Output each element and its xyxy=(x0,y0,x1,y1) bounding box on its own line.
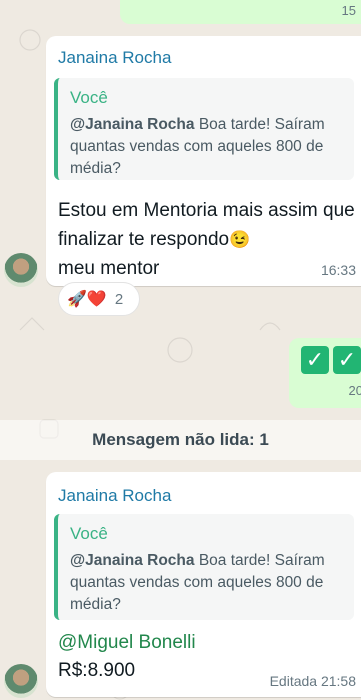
avatar[interactable] xyxy=(4,664,38,698)
incoming-message[interactable]: Janaina Rocha Você @Janaina Rocha Boa ta… xyxy=(46,36,361,286)
quote-mention: @Janaina Rocha xyxy=(70,552,195,569)
check-mark-icon: ✓ xyxy=(301,346,329,374)
message-time: 15 xyxy=(341,3,356,18)
avatar[interactable] xyxy=(4,253,38,287)
reaction-emojis-icon: 🚀❤️ xyxy=(67,291,107,308)
quote-text: @Janaina Rocha Boa tarde! Saíram quantas… xyxy=(70,550,348,616)
edited-time: Editada 21:58 xyxy=(269,673,356,689)
outgoing-bubble-partial[interactable]: 15 xyxy=(120,0,361,24)
quote-author: Você xyxy=(70,88,108,107)
sender-name[interactable]: Janaina Rocha xyxy=(58,486,171,506)
user-mention[interactable]: @Miguel Bonelli xyxy=(58,632,196,654)
check-mark-icon: ✓ xyxy=(333,346,361,374)
reactions-pill[interactable]: 🚀❤️ 2 xyxy=(58,282,140,316)
message-body: Estou em Mentoria mais assim que finaliz… xyxy=(58,200,355,250)
quote-author: Você xyxy=(70,524,108,543)
message-body-tail: meu mentor xyxy=(58,258,160,279)
message-text: Estou em Mentoria mais assim que finaliz… xyxy=(58,196,358,283)
reaction-count: 2 xyxy=(114,290,124,308)
unread-divider: Mensagem não lida: 1 xyxy=(0,420,361,460)
quote-mention: @Janaina Rocha xyxy=(70,116,195,133)
quoted-message[interactable]: Você @Janaina Rocha Boa tarde! Saíram qu… xyxy=(54,514,354,620)
message-time: 20 xyxy=(348,383,361,398)
sender-name[interactable]: Janaina Rocha xyxy=(58,48,171,68)
message-time: 16:33 xyxy=(320,262,356,278)
message-text: R$:8.900 xyxy=(58,660,136,681)
incoming-message[interactable]: Janaina Rocha Você @Janaina Rocha Boa ta… xyxy=(46,472,361,697)
quote-text: @Janaina Rocha Boa tarde! Saíram quantas… xyxy=(70,114,348,180)
quoted-message[interactable]: Você @Janaina Rocha Boa tarde! Saíram qu… xyxy=(54,78,354,180)
wink-emoji-icon: 😉 xyxy=(229,230,251,249)
outgoing-message[interactable]: ✓ ✓ 20 xyxy=(289,338,361,408)
